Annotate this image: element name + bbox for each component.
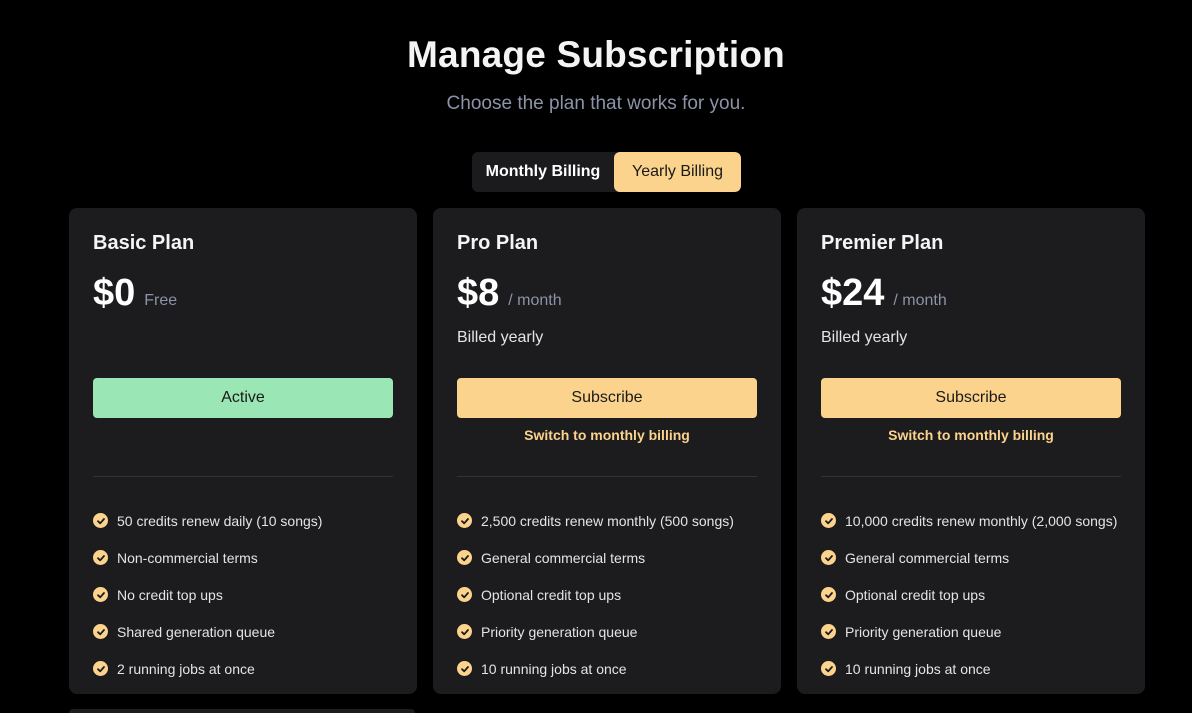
- page-title: Manage Subscription: [407, 34, 785, 75]
- subscribe-button[interactable]: Subscribe: [457, 378, 757, 418]
- feature-text: 50 credits renew daily (10 songs): [117, 512, 323, 529]
- feature-text: 2 running jobs at once: [117, 660, 255, 677]
- divider: [821, 476, 1121, 477]
- feature-item: Non-commercial terms: [93, 539, 403, 576]
- page-subtitle: Choose the plan that works for you.: [446, 93, 746, 114]
- check-circle-icon: [93, 587, 108, 602]
- subscribe-button[interactable]: Subscribe: [821, 378, 1121, 418]
- plan-card-basic: Basic Plan $0 Free Active 50 credits ren…: [69, 208, 417, 694]
- feature-item: Priority generation queue: [821, 613, 1131, 650]
- plan-name: Basic Plan: [93, 232, 195, 254]
- feature-text: 2,500 credits renew monthly (500 songs): [481, 512, 734, 529]
- feature-item: General commercial terms: [457, 539, 767, 576]
- billing-note: Billed yearly: [821, 329, 908, 346]
- check-circle-icon: [457, 587, 472, 602]
- feature-text: Priority generation queue: [845, 623, 1002, 640]
- feature-text: Priority generation queue: [481, 623, 638, 640]
- feature-item: Optional credit top ups: [457, 576, 767, 613]
- feature-item: No credit top ups: [93, 576, 403, 613]
- feature-text: General commercial terms: [845, 549, 1010, 566]
- check-circle-icon: [821, 587, 836, 602]
- feature-text: General commercial terms: [481, 549, 646, 566]
- feature-list: 2,500 credits renew monthly (500 songs) …: [457, 502, 767, 687]
- check-circle-icon: [93, 661, 108, 676]
- check-circle-icon: [457, 624, 472, 639]
- feature-item: 10 running jobs at once: [821, 650, 1131, 687]
- feature-text: Optional credit top ups: [481, 586, 622, 603]
- plan-card-pro: Pro Plan $8 / month Billed yearly Subscr…: [433, 208, 781, 694]
- check-circle-icon: [457, 550, 472, 565]
- divider: [457, 476, 757, 477]
- price-row: $0 Free: [93, 272, 177, 315]
- plan-price: $24: [821, 272, 885, 314]
- feature-item: 2 running jobs at once: [93, 650, 403, 687]
- feature-text: Shared generation queue: [117, 623, 276, 640]
- feature-text: 10,000 credits renew monthly (2,000 song…: [845, 512, 1118, 529]
- plan-price-suffix: / month: [893, 292, 947, 309]
- check-circle-icon: [93, 624, 108, 639]
- feature-list: 50 credits renew daily (10 songs) Non-co…: [93, 502, 403, 687]
- feature-item: 50 credits renew daily (10 songs): [93, 502, 403, 539]
- plan-price: $8: [457, 272, 500, 314]
- check-circle-icon: [457, 661, 472, 676]
- check-circle-icon: [821, 624, 836, 639]
- check-circle-icon: [93, 550, 108, 565]
- check-circle-icon: [457, 513, 472, 528]
- feature-text: 10 running jobs at once: [481, 660, 627, 677]
- feature-item: General commercial terms: [821, 539, 1131, 576]
- switch-to-monthly-link[interactable]: Switch to monthly billing: [821, 427, 1121, 443]
- feature-text: No credit top ups: [117, 586, 223, 603]
- feature-item: Shared generation queue: [93, 613, 403, 650]
- feature-item: Priority generation queue: [457, 613, 767, 650]
- check-circle-icon: [821, 513, 836, 528]
- plan-name: Premier Plan: [821, 232, 944, 254]
- feature-text: 10 running jobs at once: [845, 660, 991, 677]
- check-circle-icon: [821, 550, 836, 565]
- check-circle-icon: [93, 513, 108, 528]
- feature-item: 10 running jobs at once: [457, 650, 767, 687]
- plan-card-premier: Premier Plan $24 / month Billed yearly S…: [797, 208, 1145, 694]
- feature-item: Optional credit top ups: [821, 576, 1131, 613]
- plan-price: $0: [93, 272, 136, 314]
- yearly-billing-tab[interactable]: Yearly Billing: [614, 152, 741, 192]
- plan-name: Pro Plan: [457, 232, 539, 254]
- subscription-page: Manage Subscription Choose the plan that…: [0, 0, 1192, 713]
- feature-text: Optional credit top ups: [845, 586, 986, 603]
- plan-price-suffix: Free: [144, 292, 178, 309]
- check-circle-icon: [821, 661, 836, 676]
- next-card-edge: [69, 709, 415, 713]
- feature-item: 10,000 credits renew monthly (2,000 song…: [821, 502, 1131, 539]
- active-button[interactable]: Active: [93, 378, 393, 418]
- feature-text: Non-commercial terms: [117, 549, 258, 566]
- plan-price-suffix: / month: [508, 292, 562, 309]
- feature-list: 10,000 credits renew monthly (2,000 song…: [821, 502, 1131, 687]
- divider: [93, 476, 393, 477]
- price-row: $24 / month: [821, 272, 947, 315]
- monthly-billing-tab[interactable]: Monthly Billing: [472, 152, 614, 192]
- price-row: $8 / month: [457, 272, 562, 315]
- feature-item: 2,500 credits renew monthly (500 songs): [457, 502, 767, 539]
- billing-note: Billed yearly: [457, 329, 544, 346]
- billing-toggle: Monthly Billing Yearly Billing: [472, 152, 741, 192]
- switch-to-monthly-link[interactable]: Switch to monthly billing: [457, 427, 757, 443]
